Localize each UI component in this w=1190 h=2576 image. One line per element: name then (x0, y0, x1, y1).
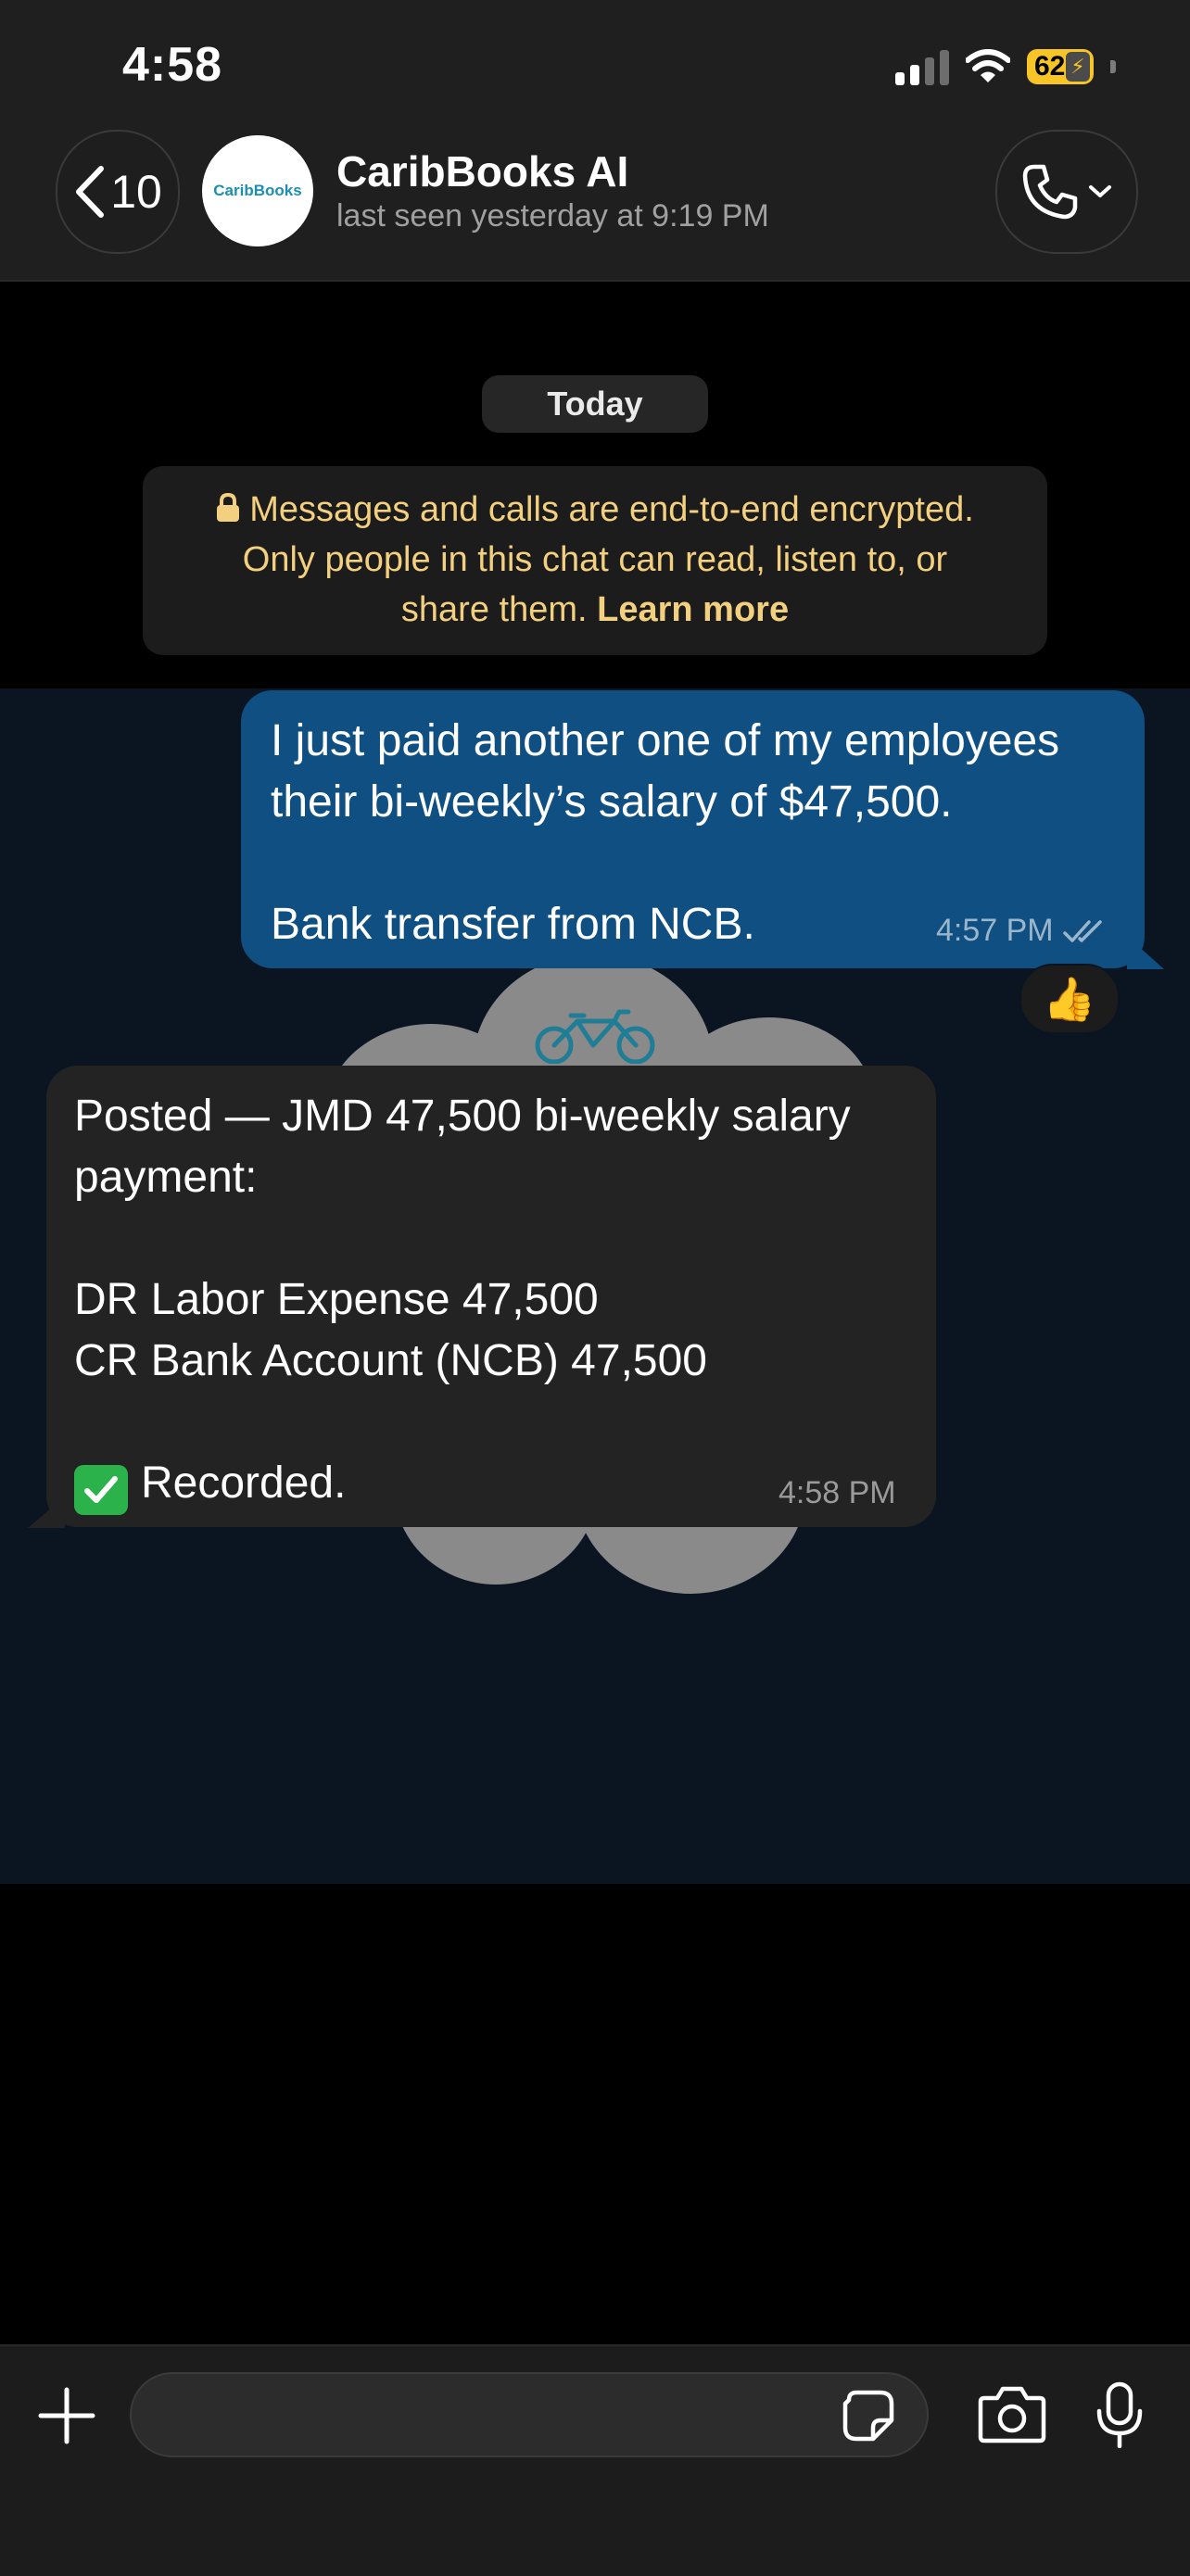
date-divider: Today (482, 375, 708, 433)
message-line (74, 1208, 908, 1269)
message-line: I just paid another one of my employees (271, 716, 1060, 765)
message-time: 4:57 PM (936, 913, 1054, 948)
recorded-text: Recorded. (141, 1458, 347, 1508)
message-time: 4:58 PM (779, 1475, 896, 1510)
charging-icon: ⚡ (1066, 52, 1090, 82)
chat-title[interactable]: CaribBooks AI (336, 146, 628, 196)
message-input[interactable] (132, 2374, 871, 2457)
camera-icon[interactable] (977, 2385, 1047, 2444)
chevron-left-icon (76, 166, 105, 218)
chevron-down-icon (1089, 185, 1111, 197)
encryption-line-1: Messages and calls are end-to-end encryp… (249, 490, 974, 529)
message-line (74, 1392, 908, 1453)
message-meta: 4:57 PM (936, 913, 1108, 949)
sticker-icon[interactable] (842, 2389, 895, 2443)
encryption-notice[interactable]: Messages and calls are end-to-end encryp… (143, 466, 1047, 655)
check-mark-icon (74, 1465, 128, 1515)
learn-more-link[interactable]: Learn more (597, 590, 789, 629)
message-line: DR Labor Expense 47,500 (74, 1275, 599, 1324)
wifi-icon (966, 49, 1010, 82)
microphone-icon[interactable] (1094, 2381, 1146, 2448)
message-input-wrapper[interactable] (130, 2372, 929, 2457)
message-line: CR Bank Account (NCB) 47,500 (74, 1336, 707, 1385)
message-line (271, 833, 1115, 894)
reaction-badge[interactable]: 👍 (1019, 964, 1120, 1034)
status-time: 4:58 (122, 38, 223, 92)
call-button[interactable] (995, 130, 1138, 254)
avatar[interactable]: CaribBooks (202, 135, 313, 246)
lock-icon (217, 493, 240, 522)
unread-count: 10 (110, 166, 162, 218)
message-line: their bi-weekly’s salary of $47,500. (271, 777, 953, 827)
battery-level: 62 (1034, 51, 1066, 82)
status-icons: 62 ⚡ (895, 46, 1116, 87)
phone-icon (1022, 164, 1078, 220)
bicycle-icon (535, 1009, 655, 1064)
plus-icon[interactable] (37, 2386, 96, 2445)
message-line: payment: (74, 1153, 258, 1202)
double-check-icon (1062, 919, 1102, 942)
battery-icon: 62 ⚡ (1027, 49, 1094, 84)
avatar-logo-text: CaribBooks (213, 182, 302, 199)
encryption-line-2: Only people in this chat can read, liste… (242, 540, 948, 579)
message-line: Posted — JMD 47,500 bi-weekly salary (74, 1092, 851, 1141)
last-seen: last seen yesterday at 9:19 PM (336, 198, 769, 234)
encryption-line-3: share them. (400, 590, 588, 629)
incoming-message[interactable]: Posted — JMD 47,500 bi-weekly salary pay… (46, 1066, 936, 1527)
battery-cap (1110, 60, 1116, 73)
back-button[interactable]: 10 (56, 130, 180, 254)
cellular-signal-icon (895, 48, 949, 85)
